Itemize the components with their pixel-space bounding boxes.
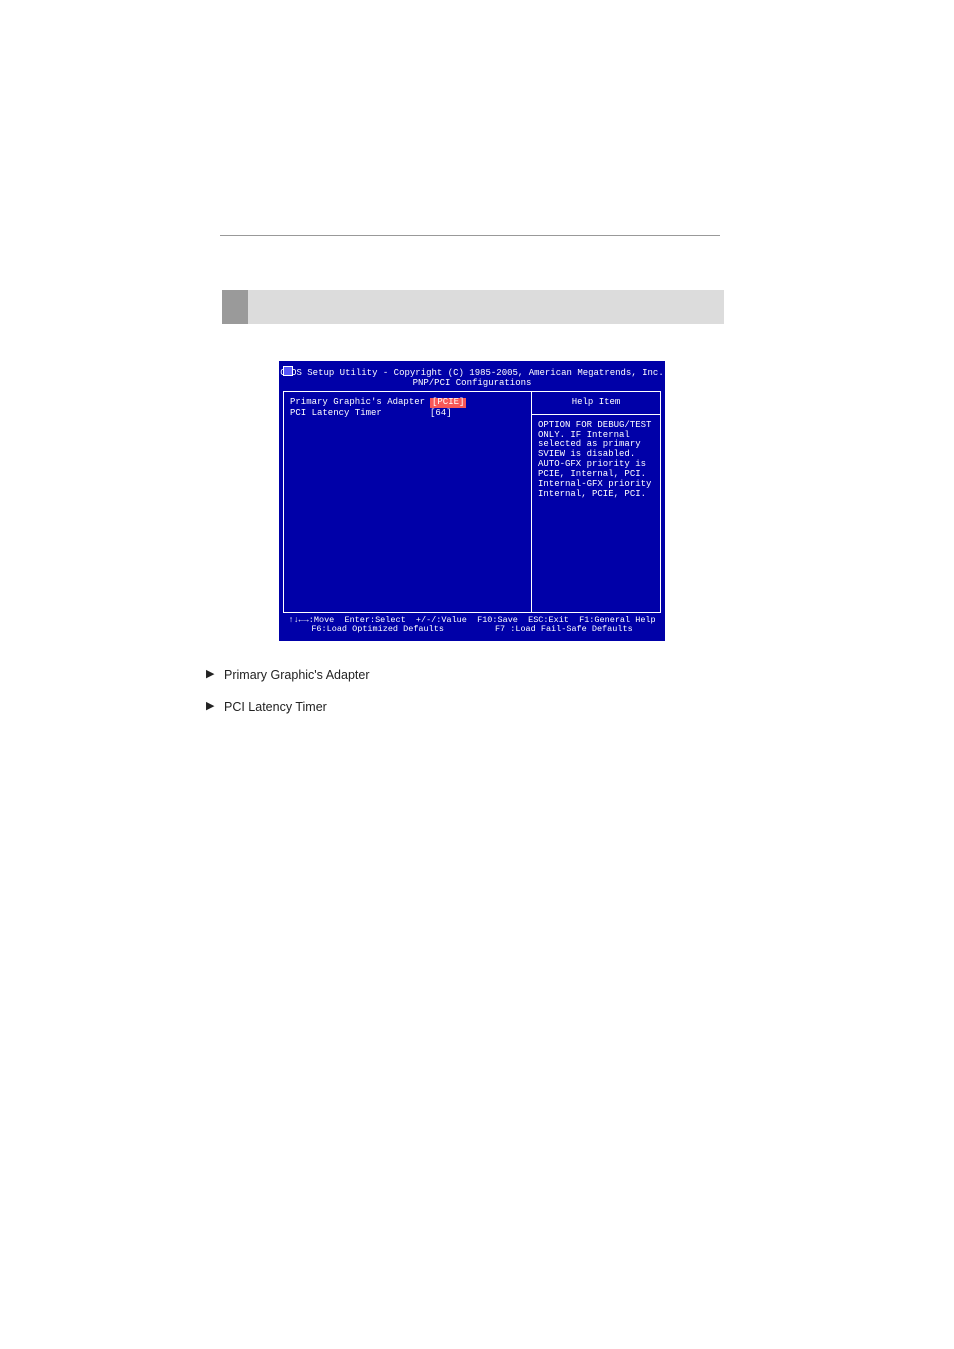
page-header	[220, 175, 720, 236]
document-page: CMOS Setup Utility - Copyright (C) 1985-…	[0, 0, 954, 1349]
triangle-right-icon: ▶	[206, 698, 224, 716]
bios-title-line2: PNP/PCI Configurations	[279, 379, 665, 389]
close-icon	[283, 366, 293, 376]
bios-setting-label: Primary Graphic's Adapter	[290, 398, 430, 408]
bios-footer: ↑↓←→:Move Enter:Select +/-/:Value F10:Sa…	[279, 613, 665, 641]
description-area: ▶ Primary Graphic's Adapter ▶ PCI Latenc…	[206, 666, 726, 730]
section-bar-body	[248, 290, 724, 324]
description-item: ▶ PCI Latency Timer	[206, 698, 726, 716]
bios-titlebar: CMOS Setup Utility - Copyright (C) 1985-…	[279, 361, 665, 391]
bios-setting-row[interactable]: PCI Latency Timer [64]	[290, 409, 525, 419]
description-label: PCI Latency Timer	[224, 698, 726, 716]
bios-settings-panel: Primary Graphic's Adapter [PCIE] PCI Lat…	[284, 392, 532, 612]
bios-footer-line2: F6:Load Optimized Defaults F7 :Load Fail…	[279, 625, 665, 634]
description-label: Primary Graphic's Adapter	[224, 666, 726, 684]
section-heading-bar	[222, 290, 724, 324]
bios-help-line: Internal, PCIE, PCI.	[538, 490, 654, 500]
bios-body: Primary Graphic's Adapter [PCIE] PCI Lat…	[283, 391, 661, 613]
bios-setting-label: PCI Latency Timer	[290, 409, 430, 419]
bios-screenshot: CMOS Setup Utility - Copyright (C) 1985-…	[279, 361, 665, 641]
bios-help-panel: Help Item OPTION FOR DEBUG/TEST ONLY. IF…	[532, 392, 660, 612]
triangle-right-icon: ▶	[206, 666, 224, 684]
bios-setting-row[interactable]: Primary Graphic's Adapter [PCIE]	[290, 398, 525, 408]
bios-help-body: OPTION FOR DEBUG/TEST ONLY. IF Internal …	[532, 415, 660, 506]
bios-setting-value[interactable]: [64]	[430, 409, 452, 419]
header-rule	[220, 235, 720, 236]
bios-setting-value[interactable]: [PCIE]	[430, 398, 466, 408]
bios-help-header: Help Item	[532, 392, 660, 415]
section-bar-accent	[222, 290, 248, 324]
description-item: ▶ Primary Graphic's Adapter	[206, 666, 726, 684]
